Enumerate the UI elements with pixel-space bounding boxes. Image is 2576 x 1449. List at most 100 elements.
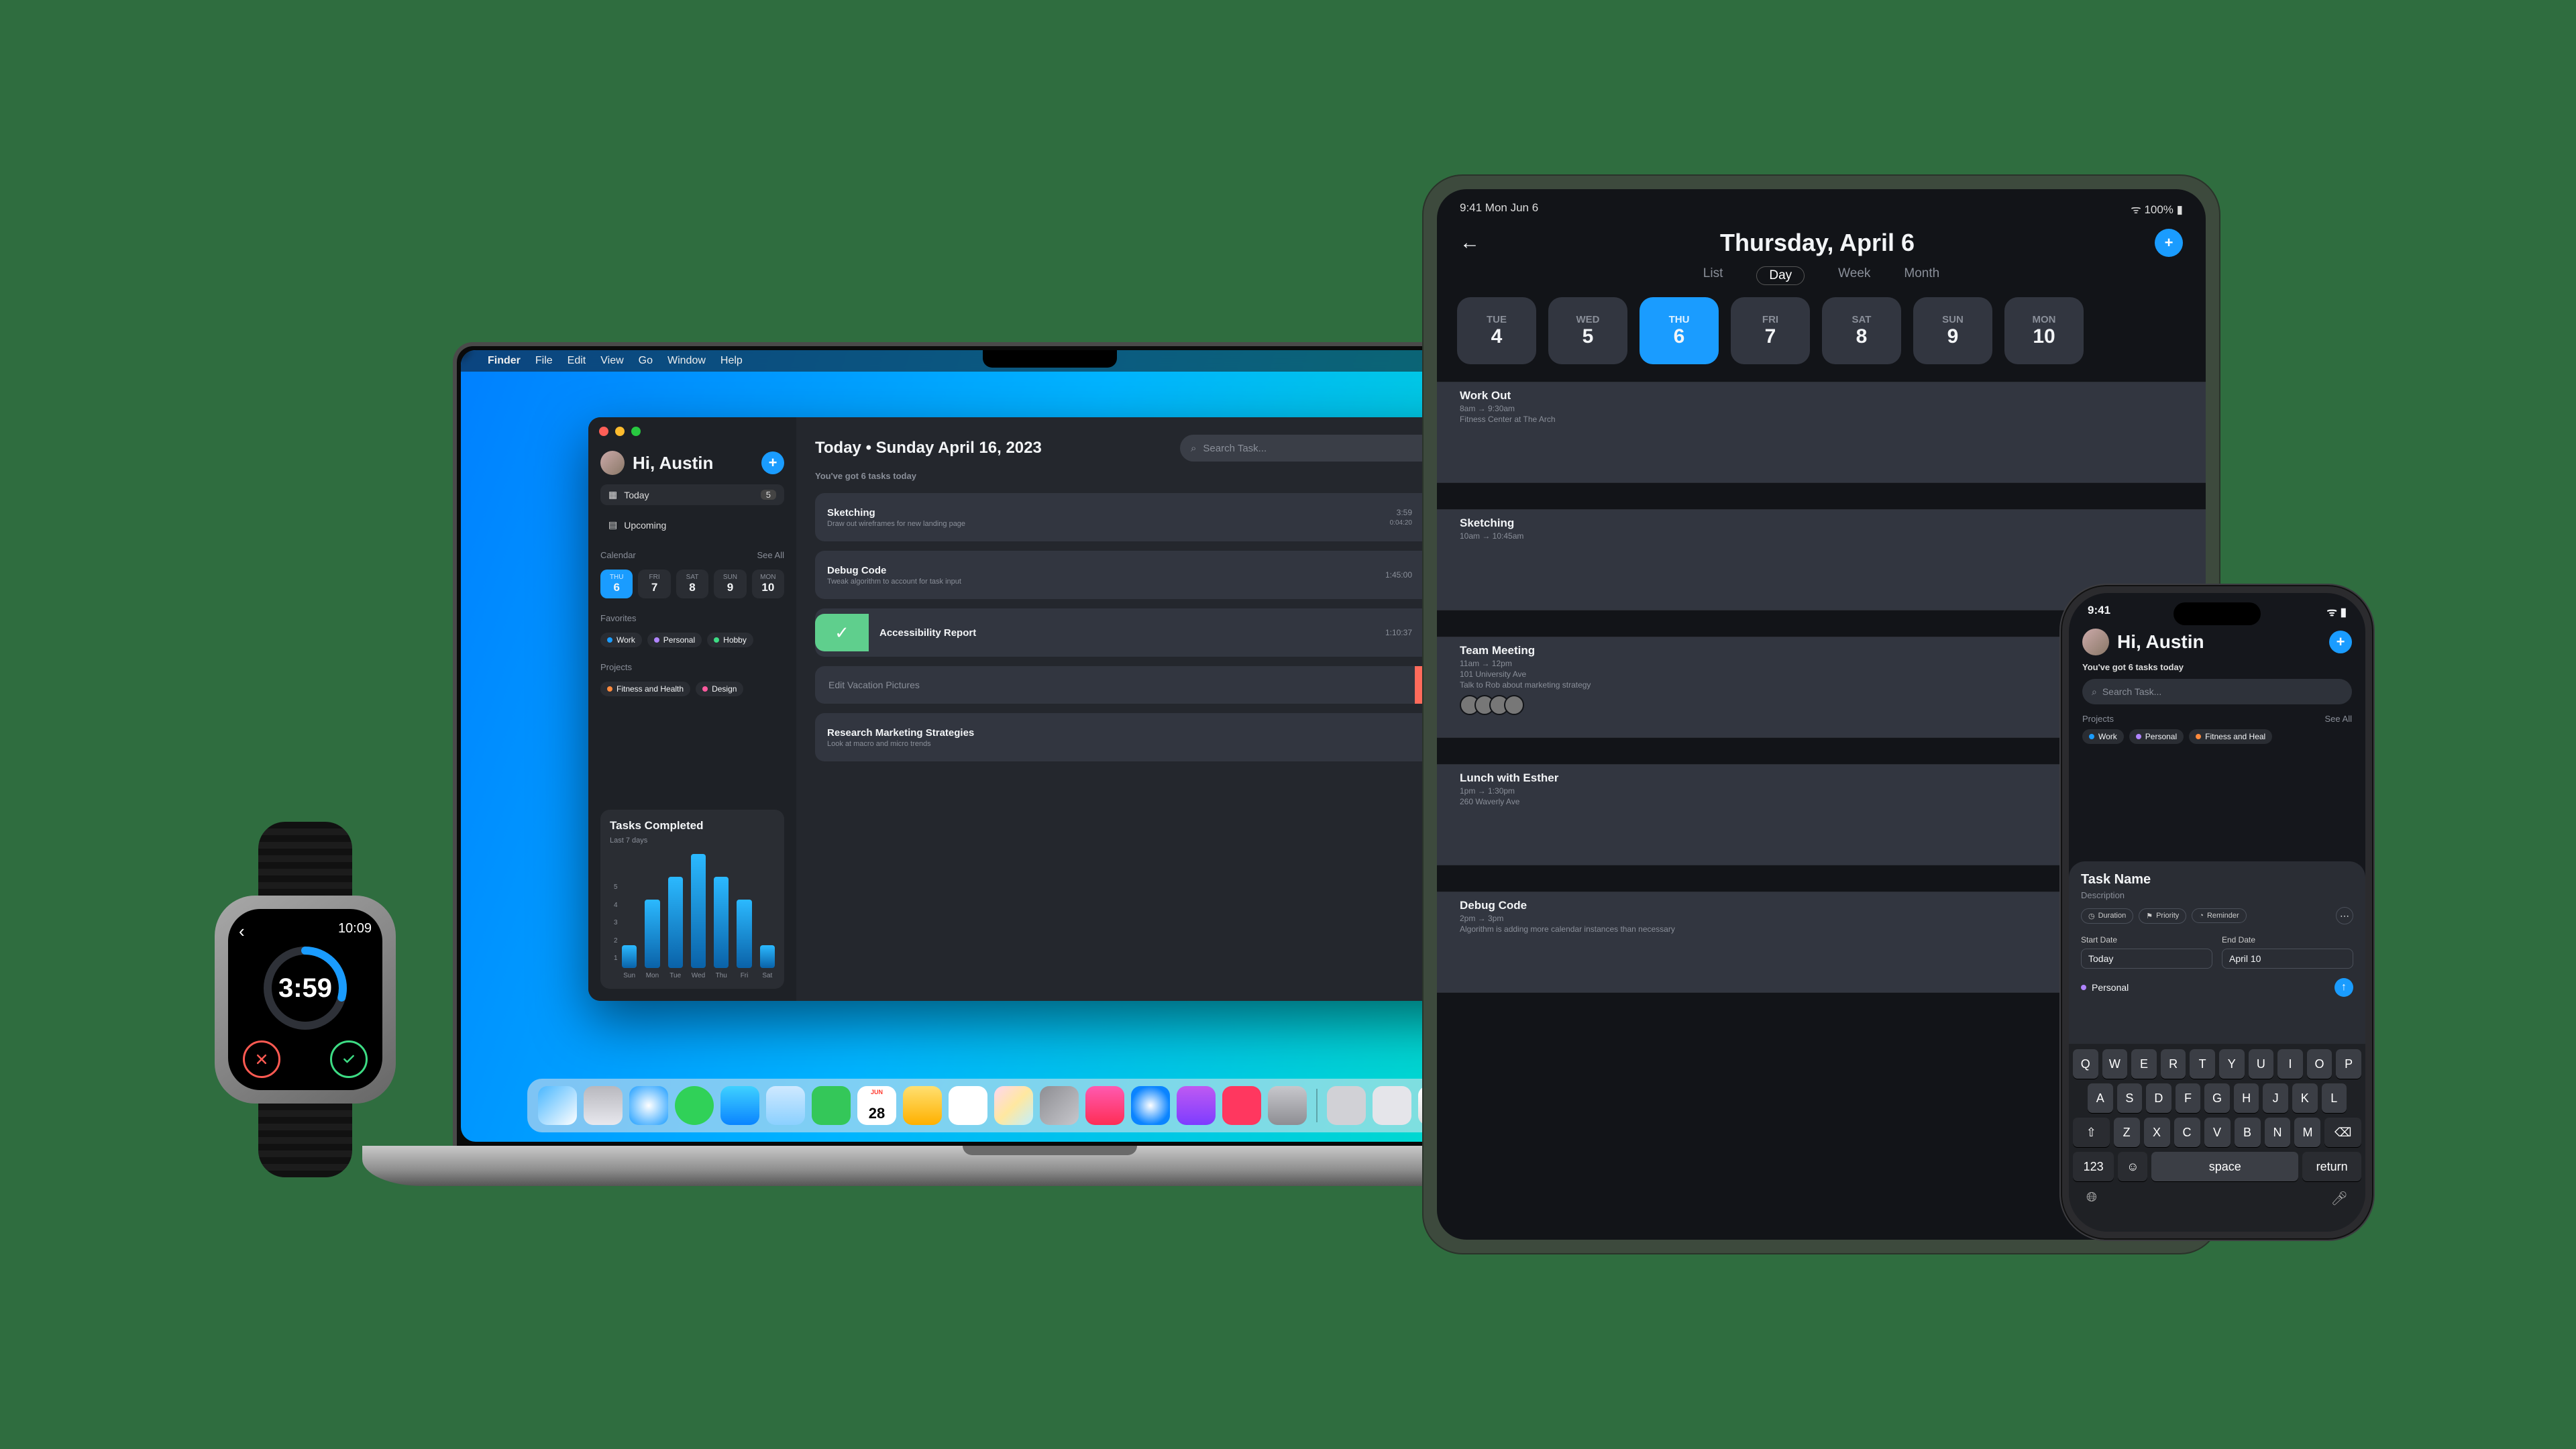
sheet-title[interactable]: Task Name: [2081, 872, 2353, 888]
key-return[interactable]: return: [2302, 1152, 2361, 1181]
dock-icon-contacts[interactable]: [766, 1086, 805, 1125]
mini-day[interactable]: SUN9: [714, 570, 746, 598]
tab-month[interactable]: Month: [1904, 266, 1939, 285]
day-cell[interactable]: SUN9: [1913, 297, 1992, 364]
option-reminder[interactable]: ◔Reminder: [2192, 908, 2246, 923]
chip-design[interactable]: Design: [696, 682, 743, 696]
agenda-event[interactable]: Work Out8am → 9:30amFitness Center at Th…: [1437, 382, 2206, 482]
key-u[interactable]: U: [2249, 1049, 2274, 1079]
key-f[interactable]: F: [2176, 1083, 2201, 1113]
dock-icon-news[interactable]: [1222, 1086, 1261, 1125]
key-j[interactable]: J: [2263, 1083, 2288, 1113]
sheet-description[interactable]: Description: [2081, 890, 2353, 900]
minimize-button[interactable]: [615, 427, 625, 436]
menu-file[interactable]: File: [535, 355, 553, 367]
key-q[interactable]: Q: [2073, 1049, 2098, 1079]
key-m[interactable]: M: [2294, 1118, 2320, 1147]
dock-icon-app2[interactable]: [1373, 1086, 1411, 1125]
chip-fitness-and-heal[interactable]: Fitness and Heal: [2189, 729, 2272, 744]
mini-day[interactable]: THU6: [600, 570, 633, 598]
mic-icon[interactable]: 🎤︎: [2331, 1190, 2348, 1207]
key-d[interactable]: D: [2146, 1083, 2171, 1113]
day-cell[interactable]: WED5: [1548, 297, 1627, 364]
mini-day[interactable]: MON10: [752, 570, 784, 598]
dock-icon-preview[interactable]: [1040, 1086, 1079, 1125]
tab-day[interactable]: Day: [1756, 266, 1805, 285]
key-w[interactable]: W: [2102, 1049, 2128, 1079]
key-y[interactable]: Y: [2219, 1049, 2245, 1079]
task-row[interactable]: SketchingDraw out wireframes for new lan…: [815, 493, 1468, 541]
key-x[interactable]: X: [2144, 1118, 2170, 1147]
day-cell[interactable]: MON10: [2004, 297, 2084, 364]
menu-help[interactable]: Help: [720, 355, 743, 367]
task-row[interactable]: Research Marketing StrategiesLook at mac…: [815, 713, 1468, 761]
back-chevron-icon[interactable]: ‹: [239, 921, 245, 942]
key-p[interactable]: P: [2336, 1049, 2361, 1079]
menu-go[interactable]: Go: [639, 355, 653, 367]
sidebar-item-today[interactable]: ▦ Today 5: [600, 484, 784, 505]
dock-icon-facetime[interactable]: [812, 1086, 851, 1125]
key-c[interactable]: C: [2174, 1118, 2200, 1147]
key-s[interactable]: S: [2117, 1083, 2143, 1113]
end-date-field[interactable]: April 10: [2222, 949, 2353, 969]
dock-icon-finder[interactable]: [538, 1086, 577, 1125]
mini-day[interactable]: FRI7: [638, 570, 670, 598]
menu-edit[interactable]: Edit: [568, 355, 586, 367]
dock-icon-mail[interactable]: [720, 1086, 759, 1125]
chip-work[interactable]: Work: [600, 633, 642, 647]
cancel-button[interactable]: [243, 1040, 280, 1078]
key-g[interactable]: G: [2204, 1083, 2230, 1113]
key-z[interactable]: Z: [2114, 1118, 2140, 1147]
tab-list[interactable]: List: [1703, 266, 1723, 285]
key-delete[interactable]: ⌫: [2324, 1118, 2361, 1147]
close-button[interactable]: [599, 427, 608, 436]
task-row[interactable]: ✓Accessibility Report1:10:37●: [815, 608, 1468, 657]
dock-icon-notes[interactable]: [903, 1086, 942, 1125]
chip-personal[interactable]: Personal: [647, 633, 702, 647]
key-o[interactable]: O: [2307, 1049, 2332, 1079]
day-cell[interactable]: SAT8: [1822, 297, 1901, 364]
key-e[interactable]: E: [2131, 1049, 2157, 1079]
day-cell[interactable]: TUE4: [1457, 297, 1536, 364]
key-k[interactable]: K: [2292, 1083, 2318, 1113]
dock-icon-app1[interactable]: [1327, 1086, 1366, 1125]
zoom-button[interactable]: [631, 427, 641, 436]
option-duration[interactable]: ◷Duration: [2081, 908, 2133, 924]
key-space[interactable]: space: [2151, 1152, 2298, 1181]
dock-icon-podcasts[interactable]: [1177, 1086, 1216, 1125]
key-123[interactable]: 123: [2073, 1152, 2114, 1181]
dock-icon-safari[interactable]: [629, 1086, 668, 1125]
key-r[interactable]: R: [2161, 1049, 2186, 1079]
option-priority[interactable]: ⚑Priority: [2139, 908, 2186, 924]
chip-hobby[interactable]: Hobby: [707, 633, 753, 647]
dock-icon-messages[interactable]: [675, 1086, 714, 1125]
key-shift[interactable]: ⇧: [2073, 1118, 2110, 1147]
see-all-link[interactable]: See All: [2325, 714, 2352, 724]
key-l[interactable]: L: [2322, 1083, 2347, 1113]
key-v[interactable]: V: [2204, 1118, 2231, 1147]
key-h[interactable]: H: [2234, 1083, 2259, 1113]
key-emoji[interactable]: ☺: [2118, 1152, 2147, 1181]
add-button[interactable]: +: [761, 451, 784, 474]
task-title-input[interactable]: [827, 679, 1404, 691]
menu-view[interactable]: View: [600, 355, 623, 367]
globe-icon[interactable]: 🌐︎: [2086, 1190, 2097, 1207]
back-button[interactable]: ←: [1460, 231, 1480, 254]
avatar[interactable]: [2082, 629, 2109, 655]
key-t[interactable]: T: [2190, 1049, 2215, 1079]
task-row[interactable]: Debug CodeTweak algorithm to account for…: [815, 551, 1468, 599]
sidebar-item-upcoming[interactable]: ▤ Upcoming: [600, 515, 784, 535]
dock-icon-appstore[interactable]: [1131, 1086, 1170, 1125]
day-cell[interactable]: THU6: [1640, 297, 1719, 364]
submit-button[interactable]: ↑: [2334, 978, 2353, 997]
chip-work[interactable]: Work: [2082, 729, 2124, 744]
search-input[interactable]: ⌕ Search Task...: [2082, 679, 2352, 704]
add-button[interactable]: +: [2155, 229, 2183, 257]
dock-icon-calendar[interactable]: JUN28: [857, 1086, 896, 1125]
tab-week[interactable]: Week: [1838, 266, 1870, 285]
dock-icon-music[interactable]: [1085, 1086, 1124, 1125]
key-b[interactable]: B: [2235, 1118, 2261, 1147]
dock-icon-photos[interactable]: [994, 1086, 1033, 1125]
avatar[interactable]: [600, 451, 625, 475]
key-i[interactable]: I: [2277, 1049, 2303, 1079]
